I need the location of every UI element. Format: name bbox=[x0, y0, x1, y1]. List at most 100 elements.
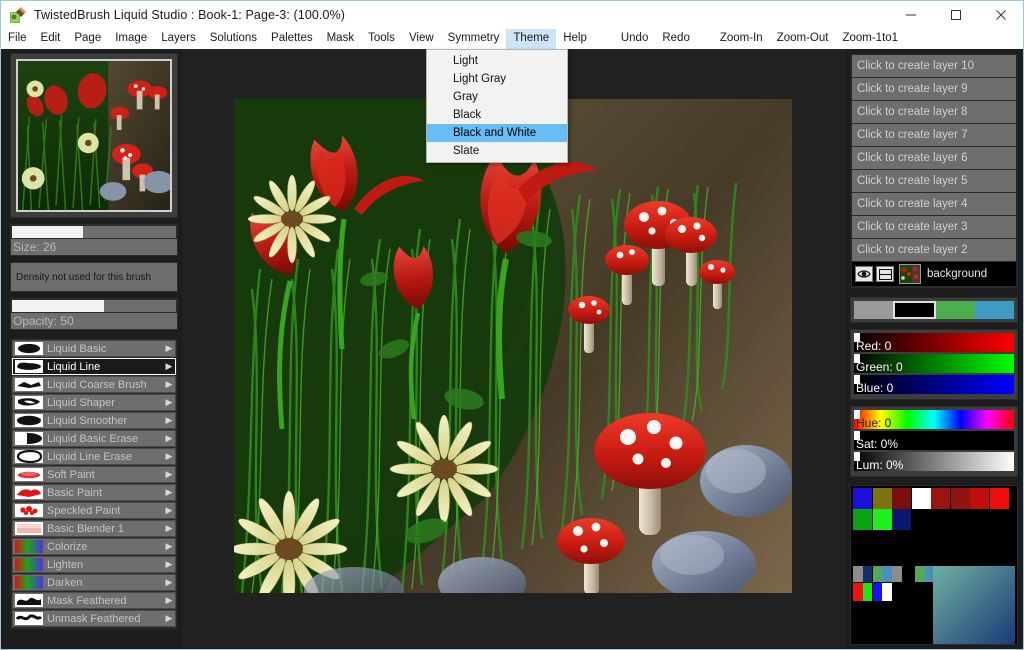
create-layer-row-7[interactable]: Click to create layer 7 bbox=[852, 124, 1016, 146]
menu-item-tools[interactable]: Tools bbox=[361, 29, 402, 49]
hsl-channel-panel[interactable]: Hue: 0 Sat: 0% Lum: 0% bbox=[850, 406, 1018, 477]
palette-swatch-r3-4[interactable] bbox=[892, 566, 902, 582]
layer-row-background[interactable]: background bbox=[852, 262, 1016, 286]
menu-item-zoom-in[interactable]: Zoom-In bbox=[713, 29, 770, 49]
menu-item-undo[interactable]: Undo bbox=[614, 29, 656, 49]
layer-merge-icon[interactable] bbox=[876, 266, 894, 282]
brush-submenu-arrow-icon[interactable]: ▶ bbox=[163, 505, 175, 516]
menu-item-file[interactable]: File bbox=[1, 29, 34, 49]
maximize-button[interactable] bbox=[933, 1, 978, 29]
theme-option-gray[interactable]: Gray bbox=[427, 88, 567, 106]
palette-swatch-r3-3[interactable] bbox=[882, 566, 892, 582]
opacity-control[interactable]: Opacity: 50 bbox=[10, 298, 178, 330]
create-layer-row-9[interactable]: Click to create layer 9 bbox=[852, 78, 1016, 100]
channel-slider-sat[interactable]: Sat: 0% bbox=[854, 431, 1014, 450]
size-control[interactable]: Size: 26 bbox=[10, 224, 178, 256]
menu-item-symmetry[interactable]: Symmetry bbox=[441, 29, 507, 49]
theme-option-light-gray[interactable]: Light Gray bbox=[427, 70, 567, 88]
current-color-panel[interactable] bbox=[850, 297, 1018, 323]
minimize-button[interactable] bbox=[888, 1, 933, 29]
palette-swatch-r1-1[interactable] bbox=[872, 488, 892, 509]
brush-submenu-arrow-icon[interactable]: ▶ bbox=[163, 595, 175, 606]
close-button[interactable] bbox=[978, 1, 1023, 29]
gray-swatch[interactable] bbox=[854, 301, 893, 319]
palette-gradient-picker[interactable] bbox=[933, 566, 1015, 644]
channel-slider-hue[interactable]: Hue: 0 bbox=[854, 410, 1014, 429]
menu-item-layers[interactable]: Layers bbox=[154, 29, 203, 49]
brush-submenu-arrow-icon[interactable]: ▶ bbox=[163, 343, 175, 354]
create-layer-row-4[interactable]: Click to create layer 4 bbox=[852, 193, 1016, 215]
layers-panel[interactable]: Click to create layer 10 Click to create … bbox=[850, 53, 1018, 289]
brush-item-mask-feathered[interactable]: Mask Feathered ▶ bbox=[12, 592, 176, 609]
channel-slider-red[interactable]: Red: 0 bbox=[854, 333, 1014, 352]
channel-knob[interactable] bbox=[854, 375, 860, 384]
channel-slider-lum[interactable]: Lum: 0% bbox=[854, 452, 1014, 471]
green-swatch[interactable] bbox=[936, 301, 975, 319]
brush-item-colorize[interactable]: Colorize ▶ bbox=[12, 538, 176, 555]
palette-swatch-r3-1[interactable] bbox=[862, 566, 873, 582]
brush-item-basic-paint[interactable]: Basic Paint ▶ bbox=[12, 484, 176, 501]
brush-submenu-arrow-icon[interactable]: ▶ bbox=[163, 415, 175, 426]
menu-item-redo[interactable]: Redo bbox=[655, 29, 697, 49]
menu-item-zoom-out[interactable]: Zoom-Out bbox=[770, 29, 836, 49]
theme-dropdown-menu[interactable]: Light Light Gray Gray Black Black and White S… bbox=[426, 49, 568, 163]
create-layer-row-5[interactable]: Click to create layer 5 bbox=[852, 170, 1016, 192]
menu-item-page[interactable]: Page bbox=[67, 29, 108, 49]
brush-item-soft-paint[interactable]: Soft Paint ▶ bbox=[12, 466, 176, 483]
brush-submenu-arrow-icon[interactable]: ▶ bbox=[163, 433, 175, 444]
black-swatch[interactable] bbox=[893, 301, 936, 319]
create-layer-row-8[interactable]: Click to create layer 8 bbox=[852, 101, 1016, 123]
brush-submenu-arrow-icon[interactable]: ▶ bbox=[163, 541, 175, 552]
menu-item-theme[interactable]: Theme bbox=[506, 29, 557, 49]
palette-swatch-r4-2[interactable] bbox=[872, 583, 883, 601]
channel-knob[interactable] bbox=[854, 333, 860, 342]
channel-knob[interactable] bbox=[854, 431, 860, 440]
brush-submenu-arrow-icon[interactable]: ▶ bbox=[163, 523, 175, 534]
theme-option-black-and-white[interactable]: Black and White bbox=[427, 124, 567, 142]
brush-item-liquid-basic-erase[interactable]: Liquid Basic Erase ▶ bbox=[12, 430, 176, 447]
brush-item-liquid-line[interactable]: Liquid Line ▶ bbox=[12, 358, 176, 375]
palette-swatch-r1-5[interactable] bbox=[950, 488, 970, 509]
menu-item-mask[interactable]: Mask bbox=[320, 29, 361, 49]
brush-item-liquid-basic[interactable]: Liquid Basic ▶ bbox=[12, 340, 176, 357]
menu-item-zoom-1to1[interactable]: Zoom-1to1 bbox=[835, 29, 905, 49]
eye-icon[interactable] bbox=[855, 266, 873, 282]
brush-list[interactable]: Liquid Basic ▶ Liquid Line ▶ Liquid Coarse B… bbox=[10, 338, 178, 630]
color-swatch-row[interactable] bbox=[854, 301, 1014, 319]
palette-swatch-r1-4[interactable] bbox=[931, 488, 950, 509]
brush-item-basic-blender-1[interactable]: Basic Blender 1 ▶ bbox=[12, 520, 176, 537]
brush-submenu-arrow-icon[interactable]: ▶ bbox=[163, 397, 175, 408]
artwork-canvas[interactable] bbox=[234, 99, 792, 593]
brush-item-liquid-line-erase[interactable]: Liquid Line Erase ▶ bbox=[12, 448, 176, 465]
theme-option-slate[interactable]: Slate bbox=[427, 142, 567, 160]
palette-swatch-r1-3[interactable] bbox=[911, 488, 931, 509]
brush-item-liquid-coarse-brush[interactable]: Liquid Coarse Brush ▶ bbox=[12, 376, 176, 393]
size-slider[interactable] bbox=[11, 225, 177, 239]
brush-item-speckled-paint[interactable]: Speckled Paint ▶ bbox=[12, 502, 176, 519]
palette-panel[interactable] bbox=[850, 485, 1018, 645]
palette-swatch-r1-0[interactable] bbox=[853, 488, 872, 509]
menu-item-image[interactable]: Image bbox=[108, 29, 154, 49]
brush-submenu-arrow-icon[interactable]: ▶ bbox=[163, 379, 175, 390]
brush-item-darken[interactable]: Darken ▶ bbox=[12, 574, 176, 591]
brush-submenu-arrow-icon[interactable]: ▶ bbox=[163, 487, 175, 498]
channel-knob[interactable] bbox=[854, 410, 860, 419]
palette-swatch-r1-2[interactable] bbox=[892, 488, 911, 509]
palette-swatch-r4-0[interactable] bbox=[853, 583, 863, 601]
menu-item-view[interactable]: View bbox=[402, 29, 441, 49]
brush-submenu-arrow-icon[interactable]: ▶ bbox=[163, 559, 175, 570]
channel-slider-blue[interactable]: Blue: 0 bbox=[854, 375, 1014, 394]
channel-knob[interactable] bbox=[854, 452, 860, 461]
theme-option-black[interactable]: Black bbox=[427, 106, 567, 124]
menu-item-help[interactable]: Help bbox=[556, 29, 594, 49]
brush-submenu-arrow-icon[interactable]: ▶ bbox=[163, 469, 175, 480]
palette-swatch-r2-1[interactable] bbox=[872, 509, 892, 530]
palette-swatch-r2-0[interactable] bbox=[853, 509, 872, 530]
menu-item-edit[interactable]: Edit bbox=[34, 29, 68, 49]
palette-swatch-r3b-0[interactable] bbox=[915, 566, 925, 582]
menu-item-solutions[interactable]: Solutions bbox=[203, 29, 264, 49]
menu-item-palettes[interactable]: Palettes bbox=[264, 29, 320, 49]
channel-knob[interactable] bbox=[854, 354, 860, 363]
palette-swatch-r4-1[interactable] bbox=[862, 583, 873, 601]
blue-swatch[interactable] bbox=[975, 301, 1014, 319]
